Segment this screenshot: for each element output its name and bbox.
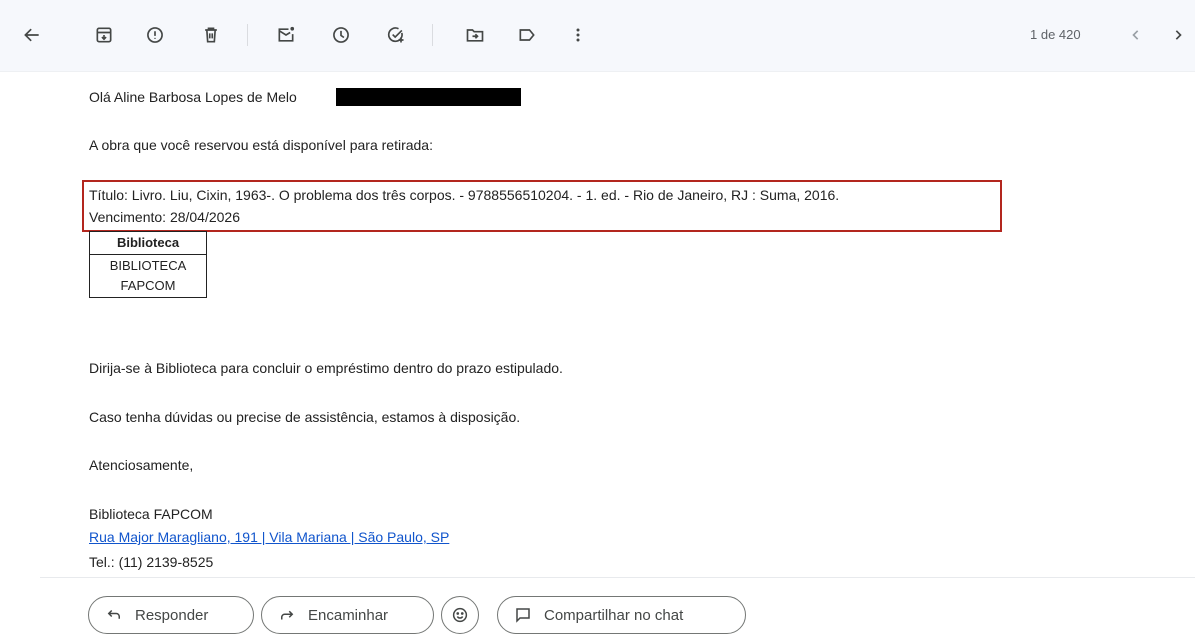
reply-label: Responder xyxy=(135,606,209,624)
signature-address-link[interactable]: Rua Major Maragliano, 191 | Vila Mariana… xyxy=(89,529,449,545)
more-vert-icon[interactable] xyxy=(559,16,597,54)
library-table: Biblioteca BIBLIOTECA FAPCOM xyxy=(89,231,207,298)
older-chevron-left-icon[interactable] xyxy=(1117,16,1155,54)
forward-button[interactable]: Encaminhar xyxy=(261,596,434,634)
chat-icon xyxy=(516,608,530,623)
library-name-line2: FAPCOM xyxy=(120,278,176,293)
newer-chevron-right-icon[interactable] xyxy=(1159,16,1195,54)
delete-icon[interactable] xyxy=(192,16,230,54)
snooze-icon[interactable] xyxy=(322,16,360,54)
add-task-icon[interactable] xyxy=(377,16,415,54)
toolbar-divider xyxy=(432,24,433,46)
book-title-line: Título: Livro. Liu, Cixin, 1963-. O prob… xyxy=(89,187,840,203)
archive-icon[interactable] xyxy=(85,16,123,54)
library-name-line1: BIBLIOTECA xyxy=(109,258,187,273)
instruction-text: Dirija-se à Biblioteca para concluir o e… xyxy=(89,360,563,376)
reply-button[interactable]: Responder xyxy=(88,596,254,634)
message-toolbar: 1 de 420 xyxy=(0,0,1195,72)
library-table-cell: BIBLIOTECA FAPCOM xyxy=(89,254,207,298)
closing-text: Atenciosamente, xyxy=(89,457,194,473)
reply-icon xyxy=(107,609,120,619)
share-in-chat-label: Compartilhar no chat xyxy=(544,606,684,624)
move-to-icon[interactable] xyxy=(456,16,494,54)
pagination-count: 1 de 420 xyxy=(1030,27,1081,42)
help-text: Caso tenha dúvidas ou precise de assistê… xyxy=(89,409,521,425)
intro-text: A obra que você reservou está disponível… xyxy=(89,137,433,153)
forward-label: Encaminhar xyxy=(308,606,389,624)
redacted-block xyxy=(336,88,521,106)
emoji-icon xyxy=(452,607,468,623)
signature-name: Biblioteca FAPCOM xyxy=(89,506,213,522)
greeting-text: Olá Aline Barbosa Lopes de Melo xyxy=(89,89,297,105)
report-spam-icon[interactable] xyxy=(136,16,174,54)
mark-unread-icon[interactable] xyxy=(267,16,305,54)
toolbar-divider xyxy=(247,24,248,46)
back-arrow-icon[interactable] xyxy=(13,16,51,54)
signature-phone: Tel.: (11) 2139-8525 xyxy=(89,554,214,570)
label-icon[interactable] xyxy=(508,16,546,54)
forward-icon xyxy=(281,610,294,620)
share-in-chat-button[interactable]: Compartilhar no chat xyxy=(497,596,746,634)
actions-divider xyxy=(40,577,1195,578)
due-date-line: Vencimento: 28/04/2026 xyxy=(89,209,241,225)
emoji-reaction-button[interactable] xyxy=(441,596,479,634)
library-table-header: Biblioteca xyxy=(89,231,207,255)
